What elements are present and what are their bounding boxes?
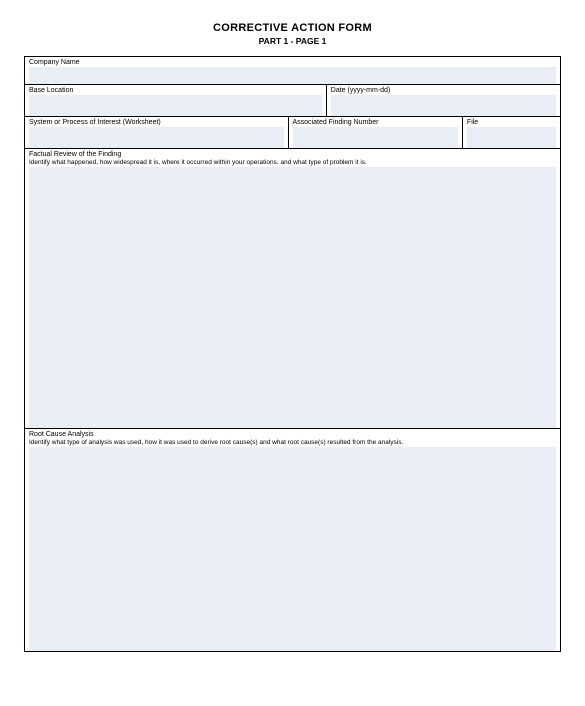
root-cause-sublabel: Identify what type of analysis was used,…: [29, 439, 556, 447]
base-location-label: Base Location: [29, 87, 322, 95]
base-date-section: Base Location Date (yyyy-mm-dd): [25, 85, 560, 117]
finding-number-cell: Associated Finding Number: [289, 117, 463, 148]
base-location-cell: Base Location: [25, 85, 327, 116]
system-process-label: System or Process of Interest (Worksheet…: [29, 119, 284, 127]
file-field[interactable]: [467, 127, 556, 148]
finding-number-field[interactable]: [293, 127, 458, 148]
form-title: CORRECTIVE ACTION FORM: [0, 22, 585, 34]
form-header: CORRECTIVE ACTION FORM PART 1 - PAGE 1: [0, 0, 585, 56]
system-process-field[interactable]: [29, 127, 284, 148]
company-name-field[interactable]: [29, 67, 556, 84]
system-process-cell: System or Process of Interest (Worksheet…: [25, 117, 289, 148]
factual-review-label: Factual Review of the Finding: [29, 151, 556, 159]
system-finding-file-section: System or Process of Interest (Worksheet…: [25, 117, 560, 149]
root-cause-field[interactable]: [29, 447, 556, 651]
factual-review-field[interactable]: [29, 167, 556, 428]
finding-number-label: Associated Finding Number: [293, 119, 458, 127]
base-location-field[interactable]: [29, 95, 322, 116]
root-cause-cell: Root Cause Analysis Identify what type o…: [25, 429, 560, 651]
date-label: Date (yyyy-mm-dd): [331, 87, 556, 95]
root-cause-label: Root Cause Analysis: [29, 431, 556, 439]
root-cause-section: Root Cause Analysis Identify what type o…: [25, 429, 560, 651]
form-container: Company Name Base Location Date (yyyy-mm…: [24, 56, 561, 652]
form-subtitle: PART 1 - PAGE 1: [0, 36, 585, 46]
factual-review-cell: Factual Review of the Finding Identify w…: [25, 149, 560, 428]
date-field[interactable]: [331, 95, 556, 116]
company-name-cell: Company Name: [25, 57, 560, 84]
factual-review-sublabel: Identify what happened, how widespread i…: [29, 159, 556, 167]
date-cell: Date (yyyy-mm-dd): [327, 85, 560, 116]
company-name-label: Company Name: [29, 59, 556, 67]
company-name-section: Company Name: [25, 57, 560, 85]
factual-review-section: Factual Review of the Finding Identify w…: [25, 149, 560, 429]
file-label: File: [467, 119, 556, 127]
file-cell: File: [463, 117, 560, 148]
